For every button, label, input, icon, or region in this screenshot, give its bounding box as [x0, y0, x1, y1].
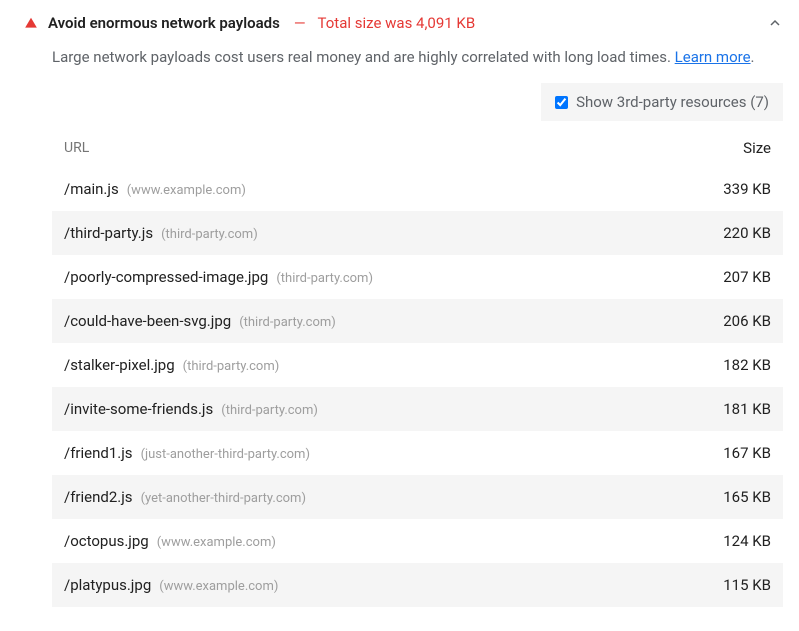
table-row: /poorly-compressed-image.jpg (third-party… [52, 255, 783, 299]
table-row: /main.js (www.example.com) 339 KB [52, 167, 783, 211]
payload-table: URL Size /main.js (www.example.com) 339 KB… [52, 131, 783, 607]
warning-triangle-icon [24, 16, 38, 30]
resource-origin: (third-party.com) [276, 271, 373, 286]
chevron-up-icon[interactable] [767, 15, 783, 31]
resource-origin: (third-party.com) [239, 315, 336, 330]
cell-size: 124 KB [691, 532, 771, 550]
table-row: /friend1.js (just-another-third-party.com… [52, 431, 783, 475]
column-header-size: Size [691, 139, 771, 157]
audit-body: Large network payloads cost users real m… [24, 32, 783, 607]
column-header-url: URL [64, 140, 691, 156]
cell-url: /poorly-compressed-image.jpg (third-party… [64, 268, 691, 286]
third-party-toggle[interactable]: Show 3rd-party resources (7) [541, 83, 783, 121]
learn-more-link[interactable]: Learn more [675, 48, 751, 66]
cell-size: 115 KB [691, 576, 771, 594]
table-header: URL Size [52, 131, 783, 167]
audit-header[interactable]: Avoid enormous network payloads — Total … [24, 14, 783, 32]
table-row: /third-party.js (third-party.com) 220 KB [52, 211, 783, 255]
cell-url: /friend2.js (yet-another-third-party.com) [64, 488, 691, 506]
audit-panel: Avoid enormous network payloads — Total … [0, 0, 799, 623]
resource-path: /stalker-pixel.jpg [64, 356, 175, 374]
description-text: Large network payloads cost users real m… [52, 48, 675, 66]
table-row: /octopus.jpg (www.example.com) 124 KB [52, 519, 783, 563]
cell-url: /main.js (www.example.com) [64, 180, 691, 198]
cell-url: /platypus.jpg (www.example.com) [64, 576, 691, 594]
audit-description: Large network payloads cost users real m… [52, 46, 783, 69]
cell-size: 206 KB [691, 312, 771, 330]
third-party-toggle-row: Show 3rd-party resources (7) [52, 83, 783, 121]
resource-path: /main.js [64, 180, 119, 198]
resource-origin: (www.example.com) [127, 183, 246, 198]
cell-url: /could-have-been-svg.jpg (third-party.com… [64, 312, 691, 330]
table-row: /friend2.js (yet-another-third-party.com)… [52, 475, 783, 519]
cell-url: /octopus.jpg (www.example.com) [64, 532, 691, 550]
resource-path: /friend1.js [64, 444, 133, 462]
cell-url: /invite-some-friends.js (third-party.com) [64, 400, 691, 418]
cell-size: 181 KB [691, 400, 771, 418]
resource-path: /third-party.js [64, 224, 153, 242]
resource-path: /platypus.jpg [64, 576, 151, 594]
cell-size: 207 KB [691, 268, 771, 286]
resource-origin: (third-party.com) [183, 359, 280, 374]
cell-size: 220 KB [691, 224, 771, 242]
third-party-toggle-label: Show 3rd-party resources (7) [576, 93, 769, 111]
cell-url: /stalker-pixel.jpg (third-party.com) [64, 356, 691, 374]
resource-path: /friend2.js [64, 488, 133, 506]
table-row: /platypus.jpg (www.example.com) 115 KB [52, 563, 783, 607]
table-body: /main.js (www.example.com) 339 KB/third-pa… [52, 167, 783, 607]
third-party-checkbox[interactable] [555, 96, 568, 109]
cell-url: /friend1.js (just-another-third-party.com… [64, 444, 691, 462]
resource-origin: (third-party.com) [161, 227, 258, 242]
table-row: /invite-some-friends.js (third-party.com)… [52, 387, 783, 431]
resource-origin: (www.example.com) [157, 535, 276, 550]
cell-url: /third-party.js (third-party.com) [64, 224, 691, 242]
resource-origin: (www.example.com) [159, 579, 278, 594]
resource-path: /poorly-compressed-image.jpg [64, 268, 268, 286]
audit-title: Avoid enormous network payloads [48, 14, 280, 32]
resource-origin: (third-party.com) [221, 403, 318, 418]
resource-path: /could-have-been-svg.jpg [64, 312, 231, 330]
table-row: /could-have-been-svg.jpg (third-party.com… [52, 299, 783, 343]
table-row: /stalker-pixel.jpg (third-party.com) 182 K… [52, 343, 783, 387]
resource-path: /invite-some-friends.js [64, 400, 213, 418]
cell-size: 182 KB [691, 356, 771, 374]
cell-size: 339 KB [691, 180, 771, 198]
audit-metric: Total size was 4,091 KB [318, 14, 476, 32]
resource-origin: (just-another-third-party.com) [141, 447, 310, 462]
resource-path: /octopus.jpg [64, 532, 149, 550]
description-period: . [751, 48, 755, 66]
cell-size: 165 KB [691, 488, 771, 506]
dash-separator: — [294, 14, 306, 32]
resource-origin: (yet-another-third-party.com) [141, 491, 306, 506]
cell-size: 167 KB [691, 444, 771, 462]
